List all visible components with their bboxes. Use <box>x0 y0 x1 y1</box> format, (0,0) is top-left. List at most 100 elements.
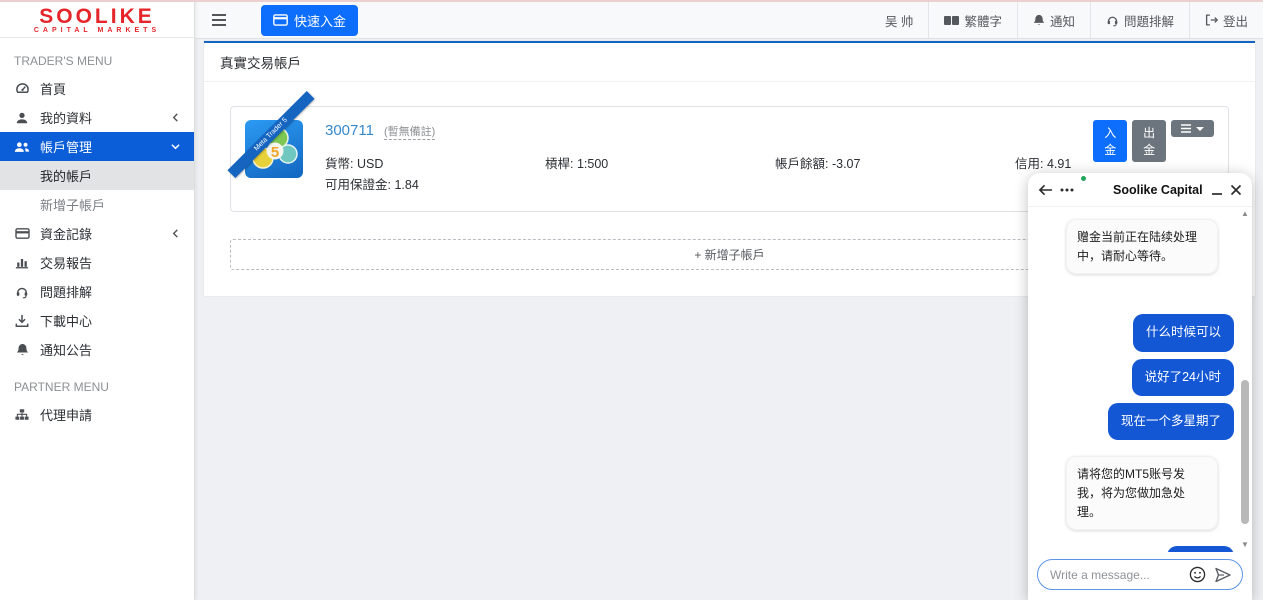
brand-name: SOOLIKE <box>39 4 155 28</box>
brand-logo[interactable]: SOOLIKE CAPITAL MARKETS <box>0 0 194 38</box>
minimize-icon[interactable] <box>1211 184 1223 196</box>
brand-tagline: CAPITAL MARKETS <box>33 26 161 34</box>
sidebar-item-label: 下載中心 <box>40 314 93 329</box>
message-bubble: 请将您的MT5账号发我，将为您做加急处理。 <box>1066 456 1218 531</box>
sidebar-item-trade-reports[interactable]: 交易報告 <box>0 248 194 277</box>
header-actions: 吴 帅 繁體字 通知 問題排解 登出 <box>870 2 1263 38</box>
sidebar-item-label: 我的資料 <box>40 111 93 126</box>
chevron-down-icon <box>171 142 180 151</box>
sidebar-item-notices[interactable]: 通知公告 <box>0 335 194 364</box>
emoji-icon[interactable] <box>1189 566 1206 583</box>
sidebar-item-troubleshoot[interactable]: 問題排解 <box>0 277 194 306</box>
account-number-link[interactable]: 300711 <box>325 122 374 139</box>
more-options-icon[interactable] <box>1060 188 1074 192</box>
support-label: 問題排解 <box>1123 14 1174 29</box>
chat-header: Soolike Capital M... <box>1028 173 1252 207</box>
quick-deposit-button[interactable]: 快速入金 <box>261 4 359 36</box>
language-icon <box>944 15 960 25</box>
chevron-left-icon <box>171 229 180 238</box>
sidebar-item-profile[interactable]: 我的資料 <box>0 103 194 132</box>
bell-icon <box>14 342 30 358</box>
language-label: 繁體字 <box>964 14 1002 29</box>
scrollbar-thumb[interactable] <box>1241 379 1249 524</box>
sidebar-item-home[interactable]: 首頁 <box>0 74 194 103</box>
account-stats: 貨幣: USD 可用保證金: 1.84 槓桿: 1:500 帳戶餘額: -3.0… <box>325 154 1071 196</box>
users-icon <box>14 139 30 155</box>
message-input[interactable] <box>1050 567 1181 582</box>
message-bubble: 现在一个多星期了 <box>1107 402 1234 441</box>
chat-message-agent: 赠金当前正在陆续处理中，请耐心等待。 <box>1038 219 1234 275</box>
user-icon <box>14 110 30 126</box>
agent-avatar <box>1080 175 1106 202</box>
logout-link[interactable]: 登出 <box>1188 2 1263 38</box>
language-switch[interactable]: 繁體字 <box>928 2 1017 38</box>
chevron-left-icon <box>171 113 180 122</box>
leverage-stat: 槓桿: 1:500 <box>545 157 609 171</box>
back-icon[interactable] <box>1038 184 1053 196</box>
sidebar-subitem-label: 新增子帳戶 <box>40 198 106 213</box>
sidebar: SOOLIKE CAPITAL MARKETS TRADER'S MENU 首頁… <box>0 0 195 600</box>
online-status-dot <box>1080 175 1087 182</box>
close-icon[interactable] <box>1230 184 1242 196</box>
sidebar-item-fund-records[interactable]: 資金記錄 <box>0 219 194 248</box>
bell-icon <box>1033 14 1045 27</box>
logout-label: 登出 <box>1222 14 1248 29</box>
chat-message-agent: 请将您的MT5账号发我，将为您做加急处理。 <box>1038 456 1234 531</box>
logout-icon <box>1205 14 1218 26</box>
headset-icon <box>1106 14 1119 27</box>
sidebar-item-download-center[interactable]: 下載中心 <box>0 306 194 335</box>
chat-scrollbar[interactable]: ▲ ▼ <box>1239 209 1251 550</box>
chat-message-user: 300711 <box>1038 546 1234 552</box>
sidebar-subitem-my-accounts[interactable]: 我的帳戶 <box>0 161 194 190</box>
user-menu[interactable]: 吴 帅 <box>870 2 928 38</box>
agent-avatar <box>1038 458 1060 480</box>
top-header: 快速入金 吴 帅 繁體字 通知 問題排解 登出 <box>195 2 1263 39</box>
chat-message-user: 什么时候可以 <box>1038 314 1234 352</box>
trader-menu-label: TRADER'S MENU <box>14 54 113 68</box>
message-bubble: 什么时候可以 <box>1132 314 1234 352</box>
send-icon[interactable] <box>1214 567 1232 583</box>
scrollbar-track[interactable] <box>1241 219 1249 540</box>
chat-input-box[interactable] <box>1037 559 1243 590</box>
download-icon <box>14 313 30 329</box>
sidebar-item-label: 通知公告 <box>40 343 93 358</box>
chat-message-user: 现在一个多星期了 <box>1038 402 1234 441</box>
deposit-button[interactable]: 入金 <box>1093 120 1128 162</box>
sidebar-subitem-label: 我的帳戶 <box>40 169 93 184</box>
scroll-up-icon[interactable]: ▲ <box>1241 209 1249 219</box>
sidebar-item-label: 首頁 <box>40 82 67 97</box>
sidebar-item-agent-application[interactable]: 代理申請 <box>0 400 194 429</box>
support-link[interactable]: 問題排解 <box>1089 2 1189 38</box>
account-remark[interactable]: (暫無備註) <box>383 123 436 140</box>
chat-messages: 赠金当前正在陆续处理中，请耐心等待。 什么时候可以 说好了24小时 现在一个多星… <box>1028 207 1252 552</box>
hamburger-menu-icon[interactable] <box>211 13 227 27</box>
bar-chart-icon <box>14 255 30 271</box>
sidebar-item-label: 問題排解 <box>40 285 93 300</box>
sidebar-item-label: 交易報告 <box>40 256 93 271</box>
withdraw-button[interactable]: 出金 <box>1132 120 1166 162</box>
credit-card-icon <box>14 226 30 242</box>
margin-stat: 可用保證金: 1.84 <box>325 178 419 192</box>
balance-stat: 帳戶餘額: -3.07 <box>775 157 861 171</box>
credit-card-icon <box>273 14 288 26</box>
currency-stat: 貨幣: USD <box>325 157 384 171</box>
scroll-down-icon[interactable]: ▼ <box>1241 540 1249 550</box>
chat-message-user: 说好了24小时 <box>1038 358 1234 396</box>
partner-menu-label: PARTNER MENU <box>14 380 109 394</box>
headset-icon <box>14 284 30 300</box>
sidebar-item-label: 代理申請 <box>40 408 93 423</box>
account-info: 300711 (暫無備註) 貨幣: USD 可用保證金: 1.84 槓桿: 1:… <box>325 120 1071 196</box>
sidebar-item-label: 資金記錄 <box>40 227 93 242</box>
agent-avatar <box>1038 221 1060 243</box>
panel-title: 真實交易帳戶 <box>204 43 1255 82</box>
window-top-accent <box>0 0 1263 2</box>
caret-down-icon <box>1196 126 1204 131</box>
chat-input-area <box>1028 552 1252 600</box>
account-options-dropdown[interactable] <box>1171 120 1214 137</box>
sidebar-item-account-management[interactable]: 帳戶管理 <box>0 132 194 161</box>
sidebar-subitem-add-subaccount[interactable]: 新增子帳戶 <box>0 190 194 219</box>
gauge-icon <box>14 81 30 97</box>
message-bubble: 赠金当前正在陆续处理中，请耐心等待。 <box>1066 219 1218 275</box>
notifications-link[interactable]: 通知 <box>1016 2 1090 38</box>
svg-text:5: 5 <box>271 144 279 161</box>
